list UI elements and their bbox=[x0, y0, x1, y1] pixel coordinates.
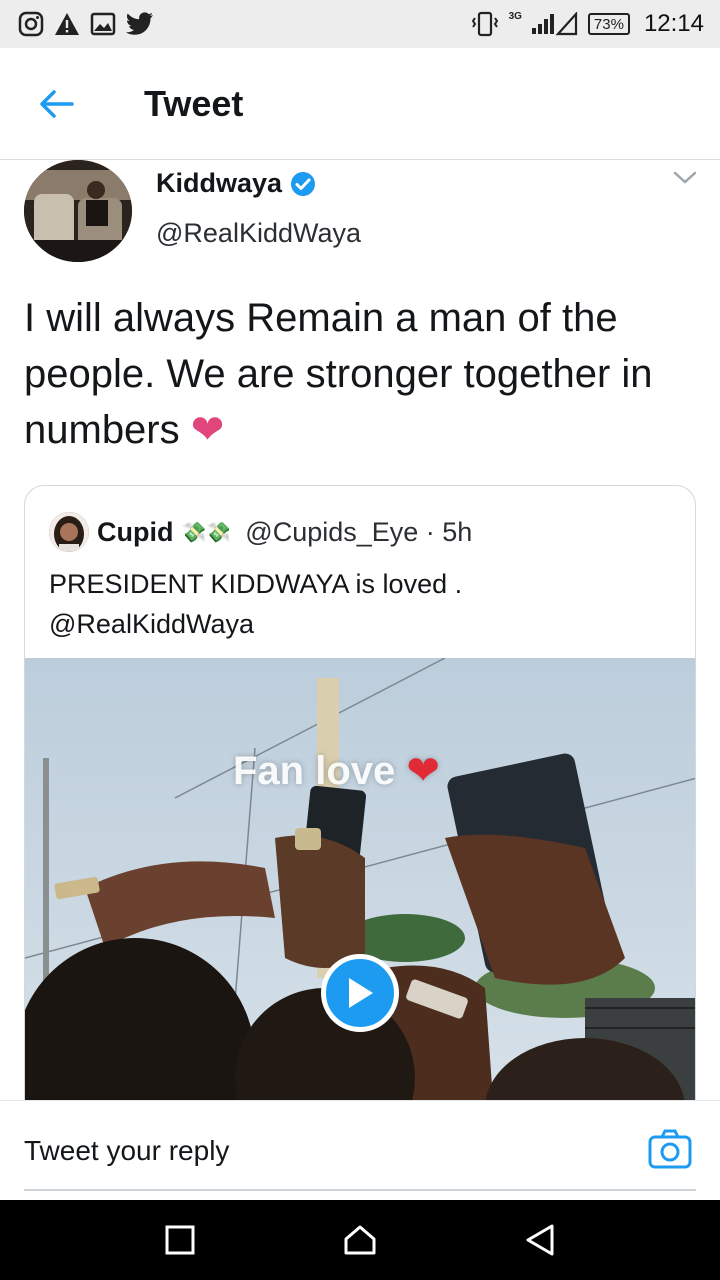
verified-badge-icon bbox=[291, 171, 316, 196]
status-bar: 3G 73% 12:14 bbox=[0, 0, 720, 48]
tweet-options-button[interactable] bbox=[672, 170, 698, 191]
status-bar-notifications bbox=[18, 11, 154, 37]
vibrate-icon bbox=[471, 11, 499, 37]
video-overlay-text: Fan love ❤ bbox=[233, 748, 440, 794]
image-icon bbox=[90, 12, 116, 36]
camera-button[interactable] bbox=[648, 1129, 692, 1174]
heart-emoji-overlay: ❤ bbox=[406, 749, 440, 793]
battery-percent: 73% bbox=[593, 15, 624, 33]
app-bar: Tweet bbox=[0, 48, 720, 160]
author-handle[interactable]: @RealKiddWaya bbox=[156, 218, 361, 249]
twitter-icon bbox=[126, 12, 154, 36]
back-button[interactable] bbox=[26, 74, 86, 134]
home-icon bbox=[344, 1225, 376, 1255]
author-avatar[interactable] bbox=[24, 160, 132, 262]
quoted-author-name: Cupid bbox=[97, 516, 174, 547]
chevron-down-icon bbox=[673, 171, 697, 184]
avatar-image bbox=[24, 160, 132, 262]
status-bar-system: 3G 73% 12:14 bbox=[471, 10, 704, 38]
author-name[interactable]: Kiddwaya bbox=[156, 168, 316, 199]
reply-input[interactable]: Tweet your reply bbox=[24, 1135, 229, 1167]
fan-love-text: Fan love bbox=[233, 749, 396, 793]
clock: 12:14 bbox=[643, 10, 704, 37]
triangle-back-icon bbox=[526, 1224, 554, 1256]
heart-emoji: ❤ bbox=[190, 408, 225, 452]
quoted-tweet[interactable]: Cupid 💸💸 @Cupids_Eye · 5h PRESIDENT KIDD… bbox=[24, 485, 696, 1125]
square-icon bbox=[165, 1225, 195, 1255]
author-name-text: Kiddwaya bbox=[156, 168, 283, 198]
signal-icon bbox=[531, 12, 578, 36]
back-nav-button[interactable] bbox=[510, 1210, 570, 1270]
tweet-body: I will always Remain a man of the people… bbox=[24, 296, 653, 452]
play-button[interactable] bbox=[321, 954, 399, 1032]
instagram-icon bbox=[18, 11, 44, 37]
recents-button[interactable] bbox=[150, 1210, 210, 1270]
video-frame bbox=[25, 658, 695, 1124]
warning-icon bbox=[54, 12, 80, 36]
battery-icon: 73% bbox=[587, 13, 630, 35]
video-thumbnail[interactable]: Fan love ❤ bbox=[25, 658, 695, 1124]
quoted-tweet-header: Cupid 💸💸 @Cupids_Eye · 5h bbox=[49, 512, 472, 552]
quoted-author-avatar bbox=[49, 512, 89, 552]
tweet-text: I will always Remain a man of the people… bbox=[24, 290, 696, 458]
quoted-tweet-text: PRESIDENT KIDDWAYA is loved . @RealKiddW… bbox=[49, 569, 463, 639]
arrow-left-icon bbox=[40, 89, 74, 118]
camera-icon bbox=[648, 1129, 692, 1169]
money-emoji: 💸💸 bbox=[181, 521, 232, 544]
reply-underline bbox=[24, 1189, 696, 1191]
network-type-label: 3G bbox=[508, 10, 522, 22]
page-title: Tweet bbox=[144, 82, 244, 124]
reply-bar: Tweet your reply bbox=[0, 1100, 720, 1200]
quoted-avatar-image bbox=[49, 512, 89, 552]
home-button[interactable] bbox=[330, 1210, 390, 1270]
quoted-handle-time: @Cupids_Eye · 5h bbox=[245, 516, 473, 547]
play-icon bbox=[349, 978, 373, 1008]
system-nav-bar bbox=[0, 1200, 720, 1280]
